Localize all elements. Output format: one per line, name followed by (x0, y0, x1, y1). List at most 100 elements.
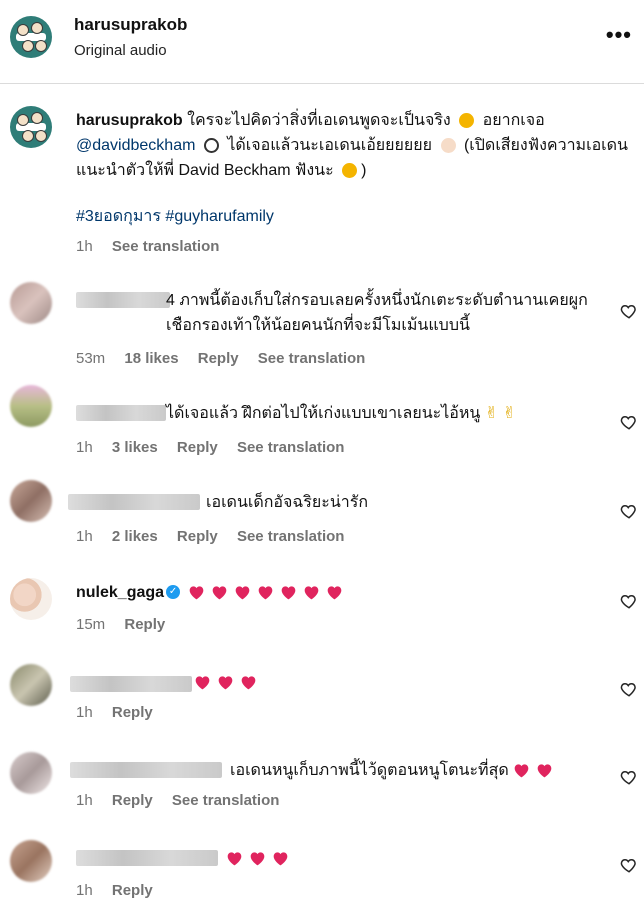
more-options-icon[interactable]: ••• (606, 24, 632, 46)
reply-button[interactable]: Reply (177, 439, 218, 456)
comment-body: เอเดนหนูเก็บภาพนี้ไว้ดูตอนหนูโตนะที่สุด (230, 762, 509, 779)
comment-meta: 1h 3 likes Reply See translation (76, 439, 359, 456)
heart-outline-icon[interactable] (620, 680, 638, 698)
like-count[interactable]: 3 likes (112, 439, 158, 456)
comment-time: 1h (76, 704, 93, 721)
comment-time: 1h (76, 439, 93, 456)
hands-emoji-icon (440, 138, 456, 154)
heart-outline-icon[interactable] (620, 856, 638, 874)
comment-text: เอเดนหนูเก็บภาพนี้ไว้ดูตอนหนูโตนะที่สุด (230, 758, 620, 783)
reply-button[interactable]: Reply (112, 704, 153, 721)
caption-part: ใครจะไปคิดว่าสิ่งที่เอเดนพูดจะเป็นจริง (187, 112, 451, 129)
comment-body: ได้เจอแล้ว ฝึกต่อไปให้เก่งแบบเขาเลยนะไอ้… (166, 405, 481, 422)
reply-button[interactable]: Reply (112, 792, 153, 809)
comment-meta: 1h 2 likes Reply See translation (76, 528, 359, 545)
red-heart-icon (194, 675, 211, 690)
avatar[interactable] (10, 480, 52, 522)
like-count[interactable]: 18 likes (124, 350, 178, 367)
red-heart-icon (513, 763, 530, 778)
reply-button[interactable]: Reply (177, 528, 218, 545)
blurred-username[interactable] (76, 405, 166, 421)
author-avatar[interactable] (10, 16, 52, 58)
comment-text: 4 ภาพนี้ต้องเก็บใส่กรอบเลยครั้งหนึ่งนักเ… (166, 292, 588, 334)
audio-label[interactable]: Original audio (74, 42, 167, 59)
caption-part: อยากเจอ (482, 112, 545, 129)
heart-outline-icon[interactable] (620, 302, 638, 320)
caption-username[interactable]: harusuprakob (76, 112, 183, 129)
heart-emojis (188, 584, 349, 601)
avatar[interactable] (10, 282, 52, 324)
soccer-ball-icon (203, 138, 219, 154)
caption-part: ) (361, 162, 367, 179)
red-heart-icon (257, 585, 274, 600)
reply-button[interactable]: Reply (112, 882, 153, 899)
reply-button[interactable]: Reply (198, 350, 239, 367)
post-header: harusuprakob Original audio ••• (0, 0, 644, 84)
see-translation-link[interactable]: See translation (237, 439, 345, 456)
blurred-username[interactable] (70, 676, 192, 692)
heart-outline-icon[interactable] (620, 592, 638, 610)
red-heart-icon (234, 585, 251, 600)
reply-button[interactable]: Reply (124, 616, 165, 633)
comment-time: 53m (76, 350, 106, 367)
blurred-username[interactable] (76, 850, 218, 866)
red-heart-icon (217, 675, 234, 690)
comment-meta: 1h Reply (76, 704, 168, 721)
heart-outline-icon[interactable] (620, 768, 638, 786)
comment-meta: 53m 18 likes Reply See translation (76, 350, 380, 367)
comment-meta: 1h Reply See translation (76, 792, 294, 809)
red-heart-icon (536, 763, 553, 778)
red-heart-icon (240, 675, 257, 690)
red-heart-icon (249, 851, 266, 866)
comment-text: เอเดนเด็กอัจฉริยะน่ารัก (206, 494, 369, 511)
blurred-username[interactable] (70, 762, 222, 778)
blurred-username[interactable] (68, 494, 200, 510)
avatar[interactable] (10, 752, 52, 794)
comment-text (194, 670, 263, 695)
caption-text: harusuprakob ใครจะไปคิดว่าสิ่งที่เอเดนพู… (76, 108, 636, 183)
comment-time: 1h (76, 528, 93, 545)
red-heart-icon (226, 851, 243, 866)
laughing-emoji-icon (342, 163, 358, 179)
comment-text: nulek_gaga ✓ (76, 580, 349, 605)
comment-text: ได้เจอแล้ว ฝึกต่อไปให้เก่งแบบเขาเลยนะไอ้… (166, 401, 606, 426)
comment-time: 1h (76, 792, 93, 809)
see-translation-link[interactable]: See translation (112, 238, 220, 255)
heart-emojis (194, 674, 263, 691)
avatar[interactable] (10, 385, 52, 427)
red-heart-icon (326, 585, 343, 600)
red-heart-icon (272, 851, 289, 866)
heart-outline-icon[interactable] (620, 502, 638, 520)
victory-hand-icon: ✌ ✌ (484, 405, 517, 422)
comment-text (226, 846, 295, 871)
red-heart-icon (211, 585, 228, 600)
caption-time: 1h (76, 238, 93, 255)
comment-time: 1h (76, 882, 93, 899)
red-heart-icon (280, 585, 297, 600)
caption-avatar[interactable] (10, 106, 52, 148)
avatar[interactable] (10, 664, 52, 706)
caption-meta: 1h See translation (76, 238, 234, 255)
heart-eyes-emoji-icon (459, 113, 475, 129)
comment-username[interactable]: nulek_gaga (76, 584, 164, 601)
red-heart-icon (303, 585, 320, 600)
author-username[interactable]: harusuprakob (74, 15, 187, 35)
heart-emojis (513, 762, 559, 779)
comment-meta: 1h Reply (76, 882, 168, 899)
red-heart-icon (188, 585, 205, 600)
mention-link[interactable]: @davidbeckham (76, 137, 195, 154)
verified-badge-icon: ✓ (166, 584, 181, 599)
like-count[interactable]: 2 likes (112, 528, 158, 545)
blurred-username[interactable] (76, 292, 170, 308)
see-translation-link[interactable]: See translation (237, 528, 345, 545)
hashtags[interactable]: #3ยอดกุมาร #guyharufamily (76, 204, 274, 229)
see-translation-link[interactable]: See translation (172, 792, 280, 809)
caption-part: ได้เจอแล้วนะเอเดนเอ้ยยยยยย (227, 137, 433, 154)
see-translation-link[interactable]: See translation (258, 350, 366, 367)
comment-time: 15m (76, 616, 106, 633)
comment-meta: 15m Reply (76, 616, 180, 633)
heart-outline-icon[interactable] (620, 413, 638, 431)
avatar[interactable] (10, 578, 52, 620)
heart-emojis (226, 850, 295, 867)
avatar[interactable] (10, 840, 52, 882)
